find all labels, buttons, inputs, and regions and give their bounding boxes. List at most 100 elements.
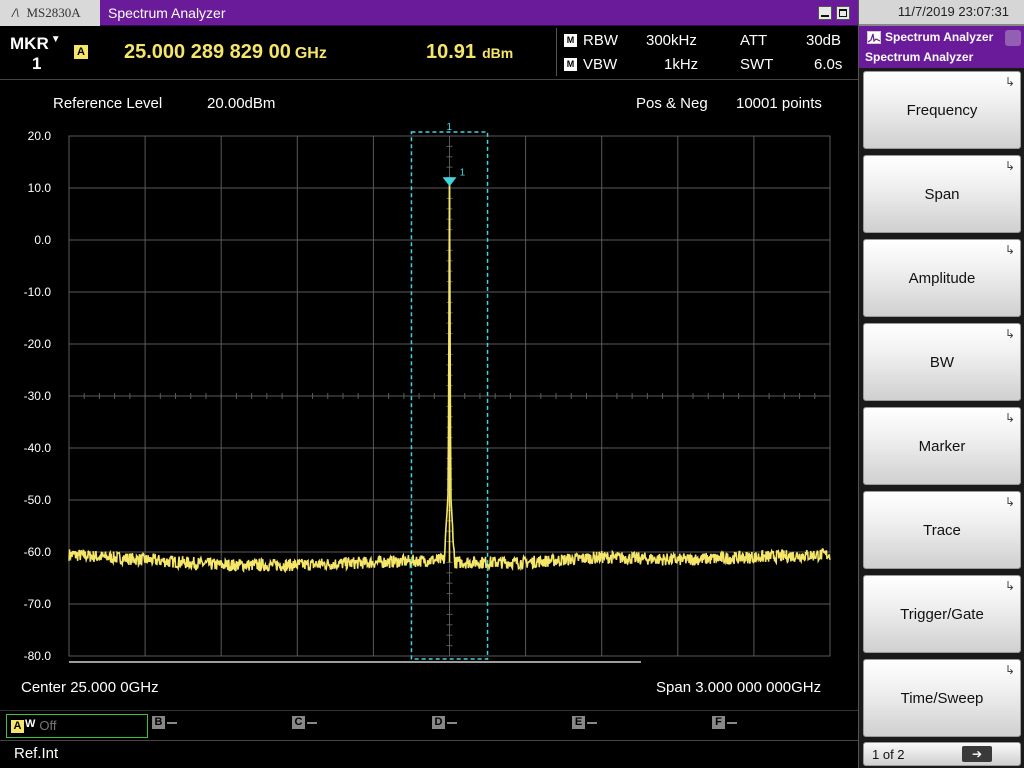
menu-title: Spectrum Analyzer <box>885 30 994 44</box>
spectrum-graph[interactable]: 20.0 10.0 0.0 -10.0 -20.0 -30.0 -40.0 -50.0 -60.… <box>0 81 858 710</box>
submenu-arrow-icon: ↳ <box>1004 159 1015 173</box>
datetime: 11/7/2019 23:07:31 <box>859 0 1024 26</box>
trace-e-label: E <box>572 716 585 730</box>
trace-d-dash <box>447 721 457 724</box>
submenu-arrow-icon: ↳ <box>1004 663 1015 677</box>
submenu-arrow-icon: ↳ <box>1004 327 1015 341</box>
marker-trace-badge: A <box>74 45 88 59</box>
amplitude-key-label: Amplitude <box>908 270 976 287</box>
title-bar: /\ MS2830A Spectrum Analyzer <box>0 0 858 26</box>
vbw-label-text: VBW <box>583 56 618 73</box>
trace-a-selector[interactable]: A W Off <box>6 714 148 738</box>
trigger-gate-key[interactable]: ↳ Trigger/Gate <box>863 575 1021 653</box>
menu-header-button[interactable] <box>1005 30 1021 46</box>
trace-f-label: F <box>712 716 725 730</box>
marker-frequency: 25.000 289 829 00 GHz <box>124 41 327 64</box>
marker-level-value: 10.91 <box>426 41 477 63</box>
span-key-label: Span <box>924 186 960 203</box>
time-sweep-key-label: Time/Sweep <box>900 690 984 707</box>
dropdown-arrow-icon: ▼ <box>50 34 61 45</box>
y-tick-label: 20.0 <box>28 129 52 143</box>
trace-c-dash <box>307 721 317 724</box>
minimize-icon[interactable] <box>818 6 832 20</box>
trace-b-label: B <box>152 716 165 730</box>
y-tick-label: -20.0 <box>24 337 52 351</box>
bw-key-label: BW <box>929 354 955 371</box>
submenu-arrow-icon: ↳ <box>1004 579 1015 593</box>
menu-subtitle: Spectrum Analyzer <box>865 50 974 64</box>
frequency-key-label: Frequency <box>906 102 978 119</box>
trace-a-state: Off <box>39 718 57 733</box>
marker-key[interactable]: ↳ Marker <box>863 407 1021 485</box>
amplitude-key[interactable]: ↳ Amplitude <box>863 239 1021 317</box>
y-tick-label: 10.0 <box>28 181 52 195</box>
att-value: 30dB <box>806 32 842 49</box>
trace-f-dash <box>727 721 737 724</box>
y-tick-label: -70.0 <box>24 597 52 611</box>
y-tick-label: -80.0 <box>24 649 52 663</box>
window-title: Spectrum Analyzer <box>108 5 226 21</box>
softkey-panel: 11/7/2019 23:07:31 Spectrum Analyzer Spe… <box>858 0 1024 768</box>
model-name: MS2830A <box>26 5 81 20</box>
rbw-value: 300kHz <box>646 32 697 49</box>
marker-1-triangle <box>442 177 457 187</box>
marker-readout-bar: MKR ▼ 1 A 25.000 289 829 00 GHz 10.91 dBm M… <box>0 26 858 80</box>
trace-a-label: A <box>11 720 24 734</box>
plot-area: Reference Level 20.00dBm Pos & Neg 10001… <box>0 81 858 710</box>
trace-key[interactable]: ↳ Trace <box>863 491 1021 569</box>
reference-source: Ref.Int <box>14 745 59 762</box>
swt-label: SWT <box>740 56 774 73</box>
submenu-arrow-icon: ↳ <box>1004 243 1015 257</box>
trace-series <box>68 183 831 574</box>
trace-b-dash <box>167 721 177 724</box>
frequency-key[interactable]: ↳ Frequency <box>863 71 1021 149</box>
y-tick-label: 0.0 <box>34 233 51 247</box>
trace-c-selector[interactable]: C <box>292 714 317 738</box>
span-key[interactable]: ↳ Span <box>863 155 1021 233</box>
marker-number: 1 <box>32 54 42 73</box>
y-axis-ticks: 20.0 10.0 0.0 -10.0 -20.0 -30.0 -40.0 -50.0 -60.… <box>24 129 52 663</box>
marker-level: 10.91 dBm <box>426 41 513 64</box>
vbw-manual-badge: M <box>564 57 577 71</box>
bw-key[interactable]: ↳ BW <box>863 323 1021 401</box>
trace-bar: A W Off B C D E F <box>0 710 858 740</box>
rbw-label-text: RBW <box>583 32 618 49</box>
marker-1-label: 1 <box>460 167 466 178</box>
page-indicator: 1 of 2 ➔ <box>863 742 1021 766</box>
att-label: ATT <box>740 32 768 49</box>
swt-value: 6.0s <box>814 56 843 73</box>
trace-e-selector[interactable]: E <box>572 714 597 738</box>
status-bar: Ref.Int <box>0 740 858 768</box>
menu-header: Spectrum Analyzer Spectrum Analyzer <box>859 26 1024 68</box>
page-number: 1 of 2 <box>872 747 905 762</box>
marker-level-unit: dBm <box>482 45 514 61</box>
trace-f-selector[interactable]: F <box>712 714 737 738</box>
submenu-arrow-icon: ↳ <box>1004 75 1015 89</box>
zoom-box-label: 1 <box>447 122 453 133</box>
trace-key-label: Trace <box>923 522 961 539</box>
rbw-label[interactable]: M RBW <box>564 32 618 49</box>
maximize-icon[interactable] <box>836 6 850 20</box>
y-tick-label: -60.0 <box>24 545 52 559</box>
trace-b-selector[interactable]: B <box>152 714 177 738</box>
center-frequency: Center 25.000 0GHz <box>21 679 159 696</box>
vbw-value: 1kHz <box>664 56 699 73</box>
trace-e-dash <box>587 721 597 724</box>
divider <box>556 28 557 76</box>
next-page-button[interactable]: ➔ <box>962 746 992 762</box>
rbw-manual-badge: M <box>564 33 577 47</box>
marker-frequency-unit: GHz <box>294 45 327 62</box>
y-tick-label: -30.0 <box>24 389 52 403</box>
marker-selector[interactable]: MKR ▼ <box>10 34 61 54</box>
y-tick-label: -40.0 <box>24 441 52 455</box>
span-frequency: Span 3.000 000 000GHz <box>656 679 822 696</box>
marker-frequency-value: 25.000 289 829 00 <box>124 41 291 63</box>
submenu-arrow-icon: ↳ <box>1004 411 1015 425</box>
trace-d-selector[interactable]: D <box>432 714 457 738</box>
submenu-arrow-icon: ↳ <box>1004 495 1015 509</box>
y-tick-label: -10.0 <box>24 285 52 299</box>
marker-label: MKR <box>10 34 49 53</box>
vbw-label[interactable]: M VBW <box>564 56 617 73</box>
time-sweep-key[interactable]: ↳ Time/Sweep <box>863 659 1021 737</box>
logo-mark: /\ <box>12 5 20 20</box>
